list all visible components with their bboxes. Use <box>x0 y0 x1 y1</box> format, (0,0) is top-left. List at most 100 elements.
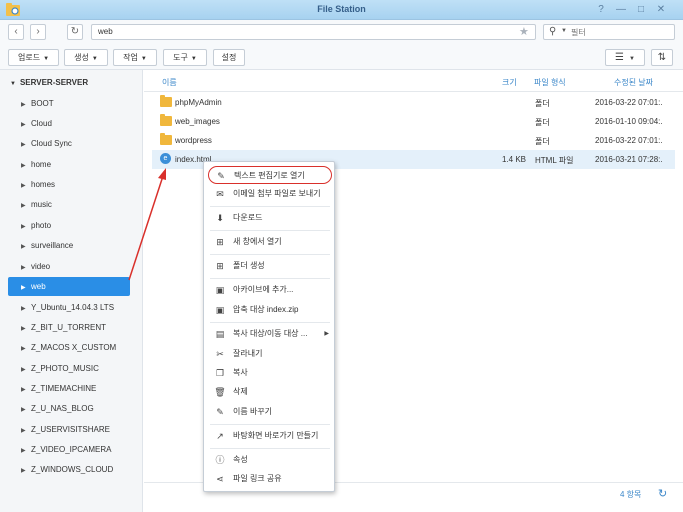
view-mode-button[interactable]: ☰ ▼ <box>605 49 645 66</box>
refresh-icon[interactable]: ↻ <box>658 487 667 500</box>
chevron-down-icon[interactable]: ▼ <box>561 28 567 34</box>
menu-item-cut[interactable]: ✂ 잘라내기 <box>208 345 332 363</box>
chevron-right-icon[interactable]: ▶ <box>21 218 31 237</box>
file-row[interactable]: phpMyAdmin 폴더 2016-03-22 07:01:. <box>152 93 675 112</box>
settings-button[interactable]: 설정 <box>213 49 245 66</box>
tree-item-music[interactable]: ▶ music <box>8 195 130 214</box>
tree-item-label: Z_TIMEMACHINE <box>31 384 97 393</box>
tree-item-homes[interactable]: ▶ homes <box>8 175 130 194</box>
tree-item-label: music <box>31 200 52 209</box>
action-label: 작업 <box>123 53 138 62</box>
tree-item-z-macos-x-custom[interactable]: ▶ Z_MACOS X_CUSTOM <box>8 338 130 357</box>
column-type[interactable]: 파일 형식 <box>534 77 566 88</box>
chevron-right-icon[interactable]: ▶ <box>21 300 31 319</box>
chevron-down-icon: ▼ <box>91 56 98 62</box>
chevron-right-icon[interactable]: ▶ <box>21 401 31 420</box>
menu-item-desktop-shortcut[interactable]: ↗ 바탕화면 바로가기 만들기 <box>208 427 332 445</box>
chevron-right-icon[interactable]: ▶ <box>21 96 31 115</box>
chevron-right-icon[interactable]: ▶ <box>21 177 31 196</box>
tree-item-z-bit-u-torrent[interactable]: ▶ Z_BIT_U_TORRENT <box>8 318 130 337</box>
sort-button[interactable]: ⇅ <box>651 49 673 66</box>
tree-item-z-u-nas-blog[interactable]: ▶ Z_U_NAS_BLOG <box>8 399 130 418</box>
back-button[interactable]: ‹ <box>8 24 24 40</box>
file-type: 폴더 <box>535 99 550 108</box>
tree-item-cloud-sync[interactable]: ▶ Cloud Sync <box>8 134 130 153</box>
menu-item-label: 속성 <box>233 455 248 464</box>
menu-item-label: 복사 대상/이동 대상 ... <box>233 329 308 338</box>
action-button[interactable]: 작업 ▼ <box>113 49 157 66</box>
chevron-right-icon[interactable]: ▶ <box>21 279 31 298</box>
tree-item-z-photo-music[interactable]: ▶ Z_PHOTO_MUSIC <box>8 359 130 378</box>
close-button[interactable]: ✕ <box>654 3 668 16</box>
column-name[interactable]: 이름 <box>162 77 177 88</box>
tree-item-label: Z_BIT_U_TORRENT <box>31 323 106 332</box>
context-menu: ✎ 텍스트 편집기로 열기 ✉ 이메일 첨부 파일로 보내기 ⬇ 다운로드 ⊞ … <box>203 161 335 492</box>
chevron-right-icon[interactable]: ▶ <box>21 197 31 216</box>
tree-item-z-uservisitshare[interactable]: ▶ Z_USERVISITSHARE <box>8 420 130 439</box>
menu-item-send-email[interactable]: ✉ 이메일 첨부 파일로 보내기 <box>208 185 332 203</box>
chevron-right-icon[interactable]: ▶ <box>21 157 31 176</box>
star-icon[interactable]: ★ <box>519 24 529 40</box>
menu-item-properties[interactable]: ⓘ 속성 <box>208 451 332 469</box>
folder-icon <box>160 133 172 145</box>
path-input[interactable]: web <box>91 24 536 40</box>
tree-item-photo[interactable]: ▶ photo <box>8 216 130 235</box>
menu-item-create-folder[interactable]: ⊞ 폴더 생성 <box>208 257 332 275</box>
tree-item-home[interactable]: ▶ home <box>8 155 130 174</box>
menu-item-share-link[interactable]: ⋖ 파일 링크 공유 <box>208 470 332 488</box>
share-icon: ⋖ <box>216 474 224 484</box>
menu-item-label: 바탕화면 바로가기 만들기 <box>233 431 319 440</box>
tree-item-video[interactable]: ▶ video <box>8 257 130 276</box>
tree-item-z-windows-cloud[interactable]: ▶ Z_WINDOWS_CLOUD <box>8 460 130 479</box>
tree-item-cloud[interactable]: ▶ Cloud <box>8 114 130 133</box>
chevron-right-icon[interactable]: ▶ <box>21 340 31 359</box>
menu-item-copy[interactable]: ❐ 복사 <box>208 364 332 382</box>
forward-button[interactable]: › <box>30 24 46 40</box>
chevron-right-icon[interactable]: ▶ <box>21 136 31 155</box>
chevron-right-icon[interactable]: ▶ <box>21 462 31 481</box>
tree-item-y-ubuntu[interactable]: ▶ Y_Ubuntu_14.04.3 LTS <box>8 298 130 317</box>
tools-button[interactable]: 도구 ▼ <box>163 49 207 66</box>
menu-item-rename[interactable]: ✎ 이름 바꾸기 <box>208 403 332 421</box>
filter-box[interactable]: ⚲ ▼ <box>543 24 675 40</box>
chevron-right-icon[interactable]: ▶ <box>21 259 31 278</box>
minimize-button[interactable]: — <box>614 3 628 16</box>
column-modified[interactable]: 수정된 날짜 <box>614 77 653 88</box>
chevron-right-icon[interactable]: ▶ <box>21 442 31 461</box>
tree-item-z-video-ipcamera[interactable]: ▶ Z_VIDEO_IPCAMERA <box>8 440 130 459</box>
chevron-right-icon[interactable]: ▶ <box>21 238 31 257</box>
refresh-button[interactable]: ↻ <box>67 24 83 40</box>
menu-item-download[interactable]: ⬇ 다운로드 <box>208 209 332 227</box>
menu-item-compress[interactable]: ▣ 압축 대상 index.zip <box>208 301 332 319</box>
filter-input[interactable] <box>571 26 671 38</box>
tree-item-label: Z_USERVISITSHARE <box>31 425 110 434</box>
menu-item-copy-move[interactable]: ▤ 복사 대상/이동 대상 ... ▶ <box>208 325 332 343</box>
chevron-right-icon[interactable]: ▶ <box>21 320 31 339</box>
tree-item-surveillance[interactable]: ▶ surveillance <box>8 236 130 255</box>
file-name: web_images <box>175 117 220 126</box>
menu-item-open-text-editor[interactable]: ✎ 텍스트 편집기로 열기 <box>208 166 332 184</box>
tree-item-z-timemachine[interactable]: ▶ Z_TIMEMACHINE <box>8 379 130 398</box>
chevron-down-icon[interactable]: ▼ <box>10 81 16 87</box>
tree-item-web[interactable]: ▶ web <box>8 277 130 296</box>
tree-root[interactable]: ▼ SERVER-SERVER <box>10 78 88 87</box>
chevron-right-icon[interactable]: ▶ <box>21 361 31 380</box>
create-button[interactable]: 생성 ▼ <box>64 49 108 66</box>
menu-item-delete[interactable]: 🗑 삭제 <box>208 383 332 401</box>
chevron-right-icon[interactable]: ▶ <box>21 116 31 135</box>
file-row[interactable]: web_images 폴더 2016-01-10 09:04:. <box>152 112 675 131</box>
tree-item-boot[interactable]: ▶ BOOT <box>8 94 130 113</box>
help-button[interactable]: ? <box>594 3 608 16</box>
maximize-button[interactable]: □ <box>634 3 648 16</box>
tree-root-label: SERVER-SERVER <box>19 78 89 87</box>
chevron-right-icon[interactable]: ▶ <box>21 381 31 400</box>
menu-item-add-archive[interactable]: ▣ 아카이브에 추가... <box>208 281 332 299</box>
chevron-right-icon[interactable]: ▶ <box>21 422 31 441</box>
search-icon[interactable]: ⚲ <box>549 26 556 37</box>
upload-button[interactable]: 업로드 ▼ <box>8 49 59 66</box>
column-size[interactable]: 크기 <box>502 77 517 88</box>
menu-item-open-new-window[interactable]: ⊞ 새 창에서 열기 <box>208 233 332 251</box>
file-row[interactable]: wordpress 폴더 2016-03-22 07:01:. <box>152 131 675 150</box>
file-modified: 2016-01-10 09:04:. <box>595 117 663 126</box>
create-label: 생성 <box>74 53 89 62</box>
